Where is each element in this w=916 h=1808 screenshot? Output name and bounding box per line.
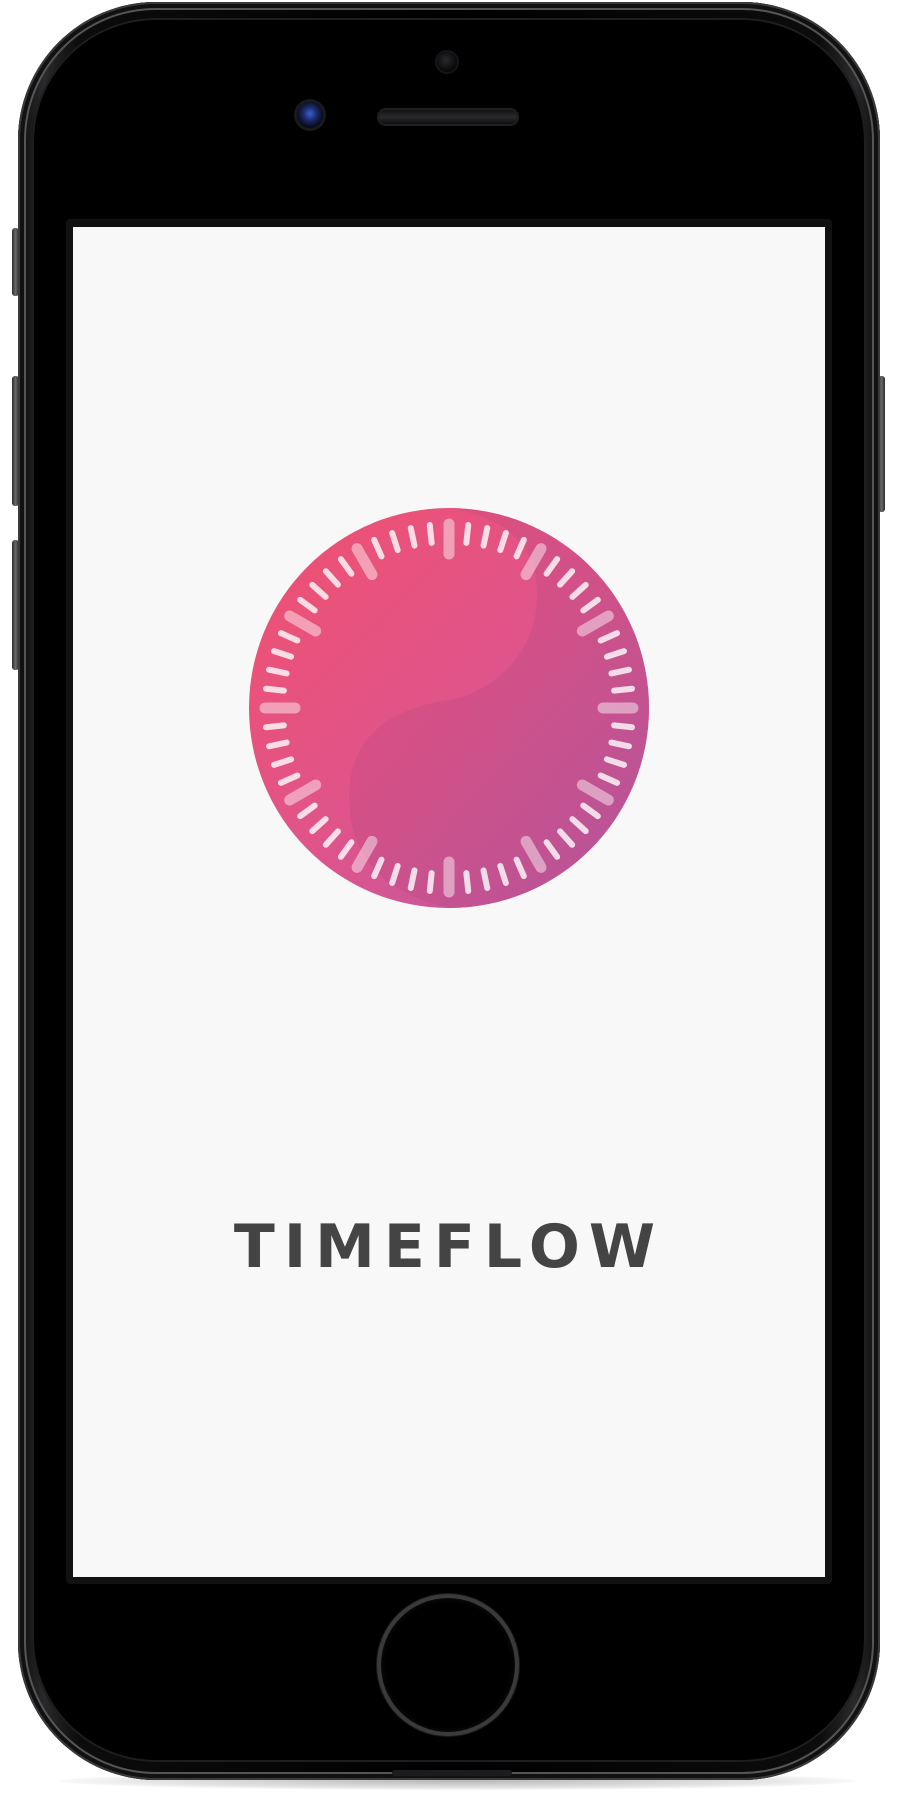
bottom-edge — [392, 1770, 512, 1776]
front-camera-icon — [297, 102, 323, 128]
dial-minor-tick — [407, 867, 418, 891]
app-title: TIMEFLOW — [233, 1212, 665, 1282]
dial-minor-tick — [263, 685, 287, 694]
dial-minor-tick — [480, 525, 491, 549]
dial-minor-tick — [426, 870, 435, 894]
dial-minor-tick — [611, 722, 635, 731]
proximity-sensor — [437, 52, 457, 72]
home-button[interactable] — [381, 1598, 515, 1732]
dial-minor-tick — [608, 666, 632, 677]
dial-minor-tick — [608, 739, 632, 750]
splash-screen: TIMEFLOW — [73, 227, 825, 1577]
dial-minor-tick — [426, 522, 435, 546]
speaker-grille — [379, 110, 517, 124]
clock-dial-icon — [249, 508, 649, 908]
dial-minor-tick — [266, 666, 290, 677]
dial-minor-tick — [463, 870, 472, 894]
dial-minor-tick — [266, 739, 290, 750]
dial-minor-tick — [480, 867, 491, 891]
dial-minor-tick — [407, 525, 418, 549]
dial-minor-tick — [611, 685, 635, 694]
device-frame: TIMEFLOW — [0, 0, 916, 1808]
dial-minor-tick — [463, 522, 472, 546]
dial-minor-tick — [263, 722, 287, 731]
